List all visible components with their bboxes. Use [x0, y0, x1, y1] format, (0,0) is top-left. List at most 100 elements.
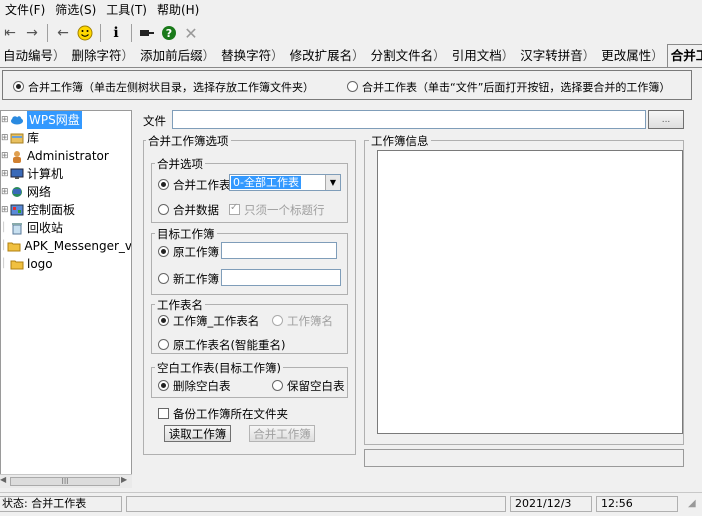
resize-grip-icon[interactable]: ◢	[688, 498, 696, 509]
expand-icon[interactable]: ⊞	[1, 147, 9, 165]
computer-icon	[10, 168, 24, 181]
expand-icon[interactable]: ⊞	[1, 183, 9, 201]
tree-item-label: 库	[27, 131, 40, 145]
backup-folder-checkbox[interactable]: 备份工作簿所在文件夹	[158, 406, 288, 422]
tree-item-logo[interactable]: │ logo	[1, 255, 131, 273]
checkbox-box	[229, 202, 240, 215]
folder-icon	[7, 240, 21, 253]
info-icon[interactable]: ℹ	[106, 23, 126, 43]
book-sheet-name-radio[interactable]: 工作簿_工作表名	[158, 313, 259, 329]
radio-dot	[158, 315, 169, 326]
tree-item-recycle-bin[interactable]: │ 回收站	[1, 219, 131, 237]
back-icon[interactable]: ←	[53, 23, 73, 43]
radio-dot	[272, 315, 283, 326]
tab-split-filename[interactable]: 分割文件名	[368, 47, 449, 67]
merge-workbook-label: 合并工作簿（单击左侧树状目录，选择存放工作簿文件夹）	[28, 81, 314, 94]
expand-icon[interactable]: ⊞	[1, 165, 9, 183]
sheet-select-dropdown[interactable]: 0-全部工作表 ▼	[229, 174, 341, 191]
radio-dot	[158, 380, 169, 391]
file-browse-button[interactable]: ...	[648, 110, 684, 129]
tab-replace-chars[interactable]: 替换字符	[218, 47, 287, 67]
toolbar-separator	[100, 24, 101, 42]
new-workbook-input[interactable]	[221, 269, 341, 286]
tab-add-prefix-suffix[interactable]: 添加前后缀	[137, 47, 218, 67]
scroll-left-icon[interactable]: ◀	[0, 475, 6, 484]
original-workbook-radio[interactable]: 原工作簿	[158, 244, 219, 260]
smiley-icon[interactable]	[75, 23, 95, 43]
book-name-radio[interactable]: 工作簿名	[272, 313, 333, 329]
help-icon[interactable]: ?	[159, 23, 179, 43]
toolbar-separator	[131, 24, 132, 42]
tab-delete-chars[interactable]: 删除字符	[69, 47, 138, 67]
tree-item-administrator[interactable]: ⊞ Administrator	[1, 147, 131, 165]
tree-item-label: Administrator	[27, 149, 109, 163]
tree-item-label: WPS网盘	[27, 111, 82, 129]
menu-help[interactable]: 帮助(H)	[152, 0, 204, 20]
directory-tree[interactable]: ⊞ WPS网盘 ⊞ 库 ⊞ Administrator ⊞ 计算机 ⊞ 网络 ⊞ 控制面板 …	[0, 110, 132, 488]
original-workbook-input[interactable]	[221, 242, 337, 259]
merge-data-label: 合并数据	[173, 203, 219, 217]
network-icon	[10, 186, 24, 199]
tab-change-extension[interactable]: 修改扩展名	[287, 47, 368, 67]
file-path-input[interactable]	[172, 110, 646, 129]
tab-change-attributes[interactable]: 更改属性	[598, 47, 667, 67]
tab-pinyin[interactable]: 汉字转拼音	[517, 47, 598, 67]
sheet-name-title: 工作表名	[155, 297, 205, 313]
browse-label: ...	[661, 114, 671, 125]
tree-item-network[interactable]: ⊞ 网络	[1, 183, 131, 201]
key-icon[interactable]	[137, 23, 157, 43]
book-sheet-name-label: 工作簿_工作表名	[173, 314, 260, 328]
scroll-right-icon[interactable]: ▶	[121, 475, 127, 484]
close-icon[interactable]: ✕	[181, 23, 201, 43]
tree-item-computer[interactable]: ⊞ 计算机	[1, 165, 131, 183]
tree-item-library[interactable]: ⊞ 库	[1, 129, 131, 147]
workbook-info-list[interactable]	[377, 150, 683, 434]
read-workbook-label: 读取工作簿	[168, 426, 227, 441]
original-sheet-name-radio[interactable]: 原工作表名(智能重名)	[158, 337, 285, 353]
workbook-options-title: 合并工作簿选项	[146, 133, 231, 149]
merge-workbook-radio[interactable]: 合并工作簿（单击左侧树状目录，选择存放工作簿文件夹）	[13, 79, 314, 95]
tree-item-control-panel[interactable]: ⊞ 控制面板	[1, 201, 131, 219]
original-workbook-label: 原工作簿	[173, 245, 219, 259]
tab-merge-sheets[interactable]: 合并工作表	[666, 44, 702, 67]
next-icon[interactable]: →	[22, 23, 42, 43]
menu-file[interactable]: 文件(F)	[0, 0, 50, 20]
expand-icon[interactable]: ⊞	[1, 111, 9, 129]
tab-reference-doc[interactable]: 引用文档	[449, 47, 518, 67]
tree-item-wps-cloud[interactable]: ⊞ WPS网盘	[1, 111, 131, 129]
tree-item-label: 网络	[27, 185, 52, 199]
menu-tools[interactable]: 工具(T)	[101, 0, 152, 20]
tree-line: │	[1, 259, 7, 269]
recycle-bin-icon	[10, 222, 24, 235]
merge-sheet-radio[interactable]: 合并工作表（单击“文件”后面打开按钮，选择要合并的工作簿）	[347, 79, 670, 95]
new-workbook-radio[interactable]: 新工作簿	[158, 271, 219, 287]
status-time: 12:56	[596, 496, 678, 512]
delete-empty-radio[interactable]: 删除空白表	[158, 378, 231, 394]
first-icon[interactable]: ⇤	[0, 23, 20, 43]
chevron-down-icon[interactable]: ▼	[325, 175, 340, 190]
radio-dot	[347, 81, 358, 92]
sheet-select-value: 0-全部工作表	[231, 176, 301, 189]
menu-filter[interactable]: 筛选(S)	[50, 0, 101, 20]
merge-workbook-button[interactable]: 合并工作簿	[249, 425, 315, 442]
radio-dot	[158, 339, 169, 350]
tree-line: │	[1, 241, 7, 251]
radio-dot	[158, 273, 169, 284]
merge-data-radio[interactable]: 合并数据	[158, 202, 219, 218]
expand-icon[interactable]: ⊞	[1, 201, 9, 219]
cloud-icon	[10, 114, 24, 127]
one-header-checkbox[interactable]: 只须一个标题行	[229, 202, 325, 218]
merge-options-title: 合并选项	[155, 156, 205, 172]
expand-icon[interactable]: ⊞	[1, 129, 9, 147]
original-sheet-name-label: 原工作表名(智能重名)	[173, 338, 286, 352]
merge-sheet-option-radio[interactable]: 合并工作表	[158, 177, 231, 193]
keep-empty-radio[interactable]: 保留空白表	[272, 378, 345, 394]
read-workbook-button[interactable]: 读取工作簿	[164, 425, 231, 442]
one-header-label: 只须一个标题行	[244, 203, 325, 217]
empty-sheet-title: 空白工作表(目标工作簿)	[155, 360, 283, 376]
tree-item-label: 控制面板	[27, 203, 76, 217]
tree-item-apk-messenger[interactable]: │ APK_Messenger_v3.	[1, 237, 131, 255]
tab-auto-number[interactable]: 自动编号	[0, 47, 69, 67]
status-spacer	[126, 496, 506, 512]
tree-scroll-thumb[interactable]: III	[10, 477, 120, 486]
